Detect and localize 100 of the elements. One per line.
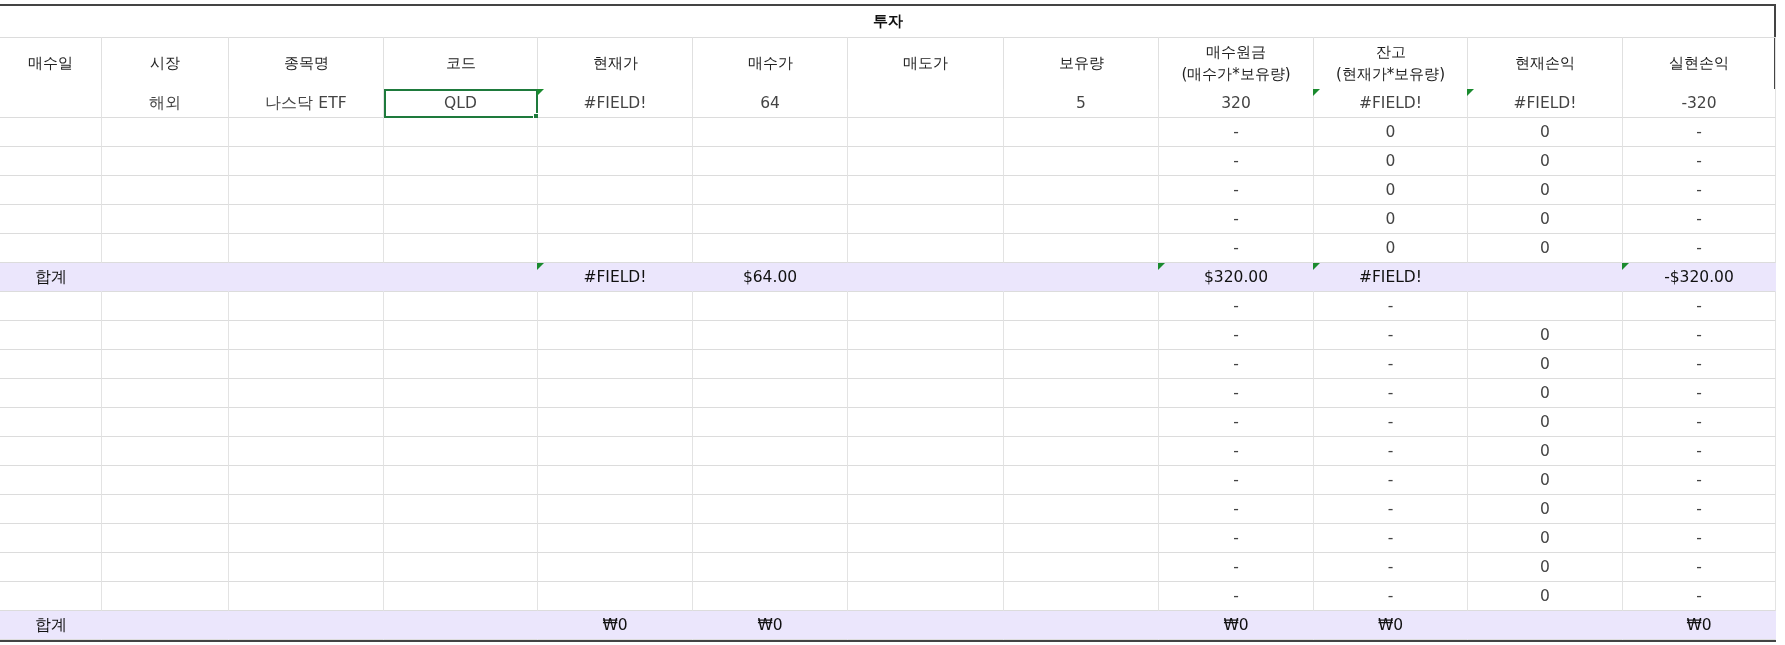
table-cell[interactable] [229, 553, 384, 582]
table-cell[interactable] [229, 321, 384, 350]
table-cell[interactable] [848, 292, 1004, 321]
table-cell[interactable] [0, 466, 102, 495]
table-cell[interactable]: #FIELD! [538, 89, 693, 118]
table-cell[interactable] [848, 118, 1004, 147]
table-cell[interactable] [693, 582, 848, 611]
table-cell[interactable] [693, 350, 848, 379]
table-cell[interactable]: - [1623, 524, 1776, 553]
table-cell[interactable] [848, 147, 1004, 176]
table-cell[interactable] [0, 408, 102, 437]
total-cell[interactable]: $64.00 [693, 263, 848, 292]
table-cell[interactable]: - [1159, 147, 1314, 176]
table-cell[interactable] [1004, 466, 1159, 495]
table-cell[interactable] [1004, 495, 1159, 524]
table-cell[interactable] [848, 582, 1004, 611]
table-cell[interactable] [1004, 205, 1159, 234]
table-cell[interactable]: - [1623, 321, 1776, 350]
table-cell[interactable] [848, 408, 1004, 437]
table-cell[interactable]: - [1623, 495, 1776, 524]
table-cell[interactable]: - [1623, 234, 1776, 263]
table-cell[interactable] [0, 437, 102, 466]
table-cell[interactable] [229, 495, 384, 524]
table-cell[interactable]: - [1314, 292, 1468, 321]
table-cell[interactable] [848, 379, 1004, 408]
table-cell[interactable] [102, 437, 229, 466]
table-cell[interactable]: 0 [1468, 321, 1623, 350]
table-cell[interactable]: - [1623, 292, 1776, 321]
table-cell[interactable] [848, 89, 1004, 118]
table-cell[interactable]: - [1159, 582, 1314, 611]
table-cell[interactable]: - [1159, 437, 1314, 466]
table-cell[interactable] [538, 205, 693, 234]
table-cell[interactable]: 0 [1468, 234, 1623, 263]
selected-cell[interactable]: QLD [384, 89, 538, 118]
table-cell[interactable] [1004, 350, 1159, 379]
table-cell[interactable] [384, 350, 538, 379]
table-cell[interactable]: - [1314, 582, 1468, 611]
table-cell[interactable] [1004, 118, 1159, 147]
table-cell[interactable]: - [1314, 408, 1468, 437]
table-cell[interactable] [1004, 379, 1159, 408]
table-cell[interactable]: #FIELD! [1314, 89, 1468, 118]
table-cell[interactable]: 0 [1468, 437, 1623, 466]
table-cell[interactable] [102, 292, 229, 321]
table-cell[interactable] [102, 147, 229, 176]
table-cell[interactable]: - [1159, 408, 1314, 437]
table-cell[interactable] [693, 524, 848, 553]
table-cell[interactable] [538, 466, 693, 495]
table-cell[interactable]: #FIELD! [1468, 89, 1623, 118]
table-cell[interactable] [384, 408, 538, 437]
table-cell[interactable] [848, 495, 1004, 524]
table-cell[interactable] [102, 118, 229, 147]
table-cell[interactable] [0, 495, 102, 524]
table-cell[interactable] [229, 292, 384, 321]
table-cell[interactable] [102, 205, 229, 234]
table-cell[interactable]: 0 [1468, 350, 1623, 379]
table-cell[interactable] [0, 524, 102, 553]
table-cell[interactable] [0, 350, 102, 379]
table-cell[interactable] [0, 205, 102, 234]
table-cell[interactable] [384, 466, 538, 495]
table-cell[interactable]: - [1623, 118, 1776, 147]
table-cell[interactable] [0, 118, 102, 147]
table-cell[interactable] [384, 292, 538, 321]
table-cell[interactable]: 0 [1468, 553, 1623, 582]
table-cell[interactable] [102, 524, 229, 553]
total-cell[interactable]: $320.00 [1159, 263, 1314, 292]
table-cell[interactable]: 0 [1468, 408, 1623, 437]
table-cell[interactable]: - [1159, 234, 1314, 263]
table-cell[interactable]: 0 [1314, 205, 1468, 234]
table-cell[interactable]: 0 [1468, 147, 1623, 176]
table-cell[interactable] [229, 176, 384, 205]
table-cell[interactable] [229, 205, 384, 234]
table-cell[interactable] [384, 379, 538, 408]
table-cell[interactable] [229, 350, 384, 379]
table-cell[interactable]: - [1159, 495, 1314, 524]
table-cell[interactable]: 0 [1314, 147, 1468, 176]
table-cell[interactable] [538, 321, 693, 350]
table-cell[interactable] [848, 437, 1004, 466]
table-cell[interactable] [538, 582, 693, 611]
table-cell[interactable] [848, 524, 1004, 553]
table-cell[interactable]: - [1314, 524, 1468, 553]
table-cell[interactable] [0, 321, 102, 350]
table-cell[interactable] [102, 234, 229, 263]
table-cell[interactable]: 해외 [102, 89, 229, 118]
table-cell[interactable] [1004, 553, 1159, 582]
table-cell[interactable] [538, 495, 693, 524]
total-cell[interactable]: ₩0 [1159, 611, 1314, 640]
table-cell[interactable]: 0 [1314, 234, 1468, 263]
table-cell[interactable] [229, 147, 384, 176]
table-cell[interactable]: 0 [1314, 118, 1468, 147]
table-cell[interactable] [384, 118, 538, 147]
table-cell[interactable] [384, 495, 538, 524]
table-cell[interactable] [102, 466, 229, 495]
table-cell[interactable] [1004, 292, 1159, 321]
table-cell[interactable] [538, 292, 693, 321]
table-cell[interactable] [102, 321, 229, 350]
table-cell[interactable] [538, 408, 693, 437]
table-cell[interactable]: 0 [1468, 582, 1623, 611]
table-cell[interactable] [1004, 582, 1159, 611]
table-cell[interactable] [693, 118, 848, 147]
table-cell[interactable] [538, 118, 693, 147]
